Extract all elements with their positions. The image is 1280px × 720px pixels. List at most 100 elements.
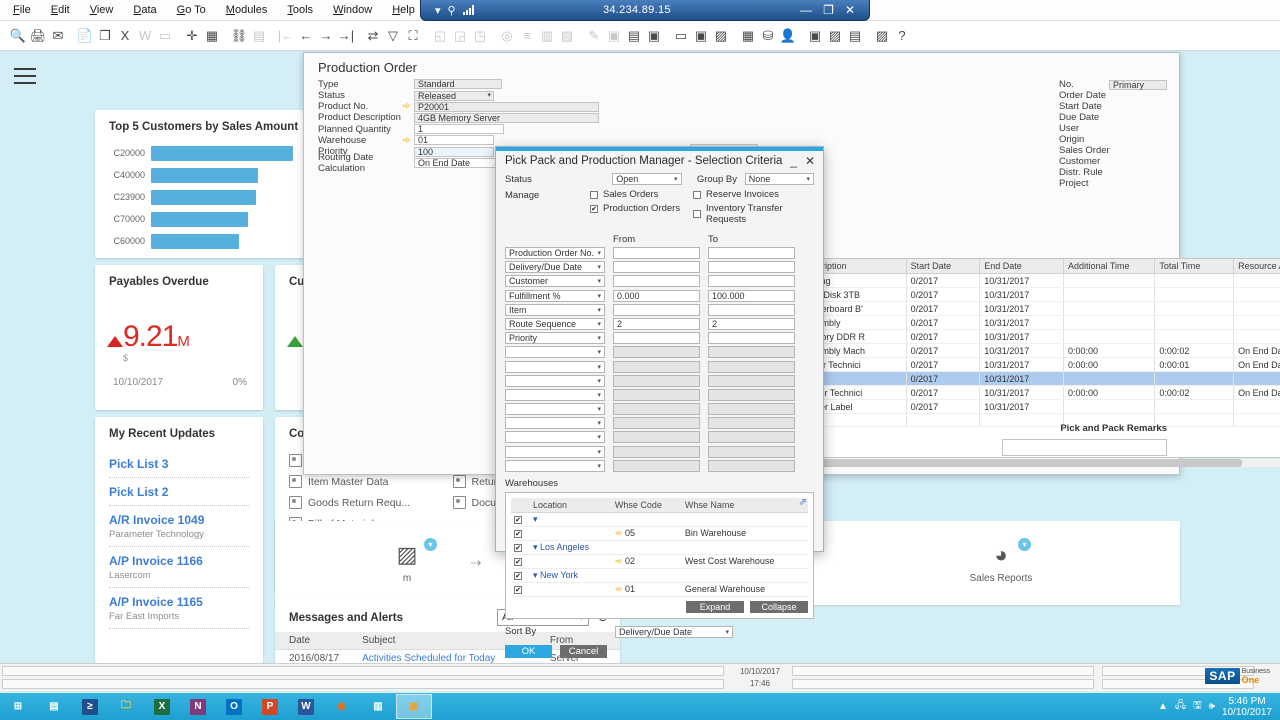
menu-hamburger-icon[interactable] <box>14 68 36 86</box>
next-record-icon[interactable]: → <box>316 26 336 46</box>
link-icon[interactable]: ⛓ <box>229 26 249 46</box>
dialog-ok-button[interactable]: OK <box>505 644 552 658</box>
row-checkbox[interactable]: ✔ <box>514 572 522 581</box>
file-explorer-icon[interactable]: 🗀 <box>108 694 144 719</box>
menu-item-modules[interactable]: Modules <box>223 3 271 17</box>
recent-link[interactable]: Pick List 2 <box>109 485 249 499</box>
powershell-icon[interactable]: ≥ <box>72 694 108 719</box>
chevron-down-icon[interactable]: ▾ <box>435 4 441 17</box>
rdp-close-button[interactable]: ✕ <box>845 3 855 17</box>
move-icon[interactable]: ✛ <box>182 26 202 46</box>
excel-icon[interactable]: X <box>144 694 180 719</box>
flow-node-sales-reports[interactable]: ▾ ◕ Sales Reports <box>953 538 1049 584</box>
print-preview-icon[interactable]: ✉ <box>48 26 68 46</box>
pick-pack-remarks-input[interactable] <box>1002 439 1167 456</box>
menu-item-go-to[interactable]: Go To <box>174 3 209 17</box>
criteria-field-select[interactable] <box>505 346 605 359</box>
help-icon[interactable]: ? <box>892 26 912 46</box>
expand-window-icon[interactable]: ⇗ <box>799 497 807 508</box>
criteria-field-select[interactable] <box>505 445 605 458</box>
menu-item-file[interactable]: File <box>10 3 34 17</box>
refresh-icon[interactable]: ⇄ <box>363 26 383 46</box>
common-function-item[interactable]: Goods Return Requ... <box>289 496 443 509</box>
field-value-routing-date-calculation[interactable]: On End Date <box>414 157 504 168</box>
criteria-to-input[interactable] <box>708 332 795 345</box>
criteria-field-select[interactable]: Fulfillment % <box>505 289 605 302</box>
rdp-minimize-button[interactable]: — <box>800 3 812 17</box>
menu-item-view[interactable]: View <box>87 3 117 17</box>
column-header[interactable]: Total Time <box>1154 259 1235 274</box>
sort-icon[interactable]: ⛶ <box>403 26 423 46</box>
criteria-to-input[interactable]: 100.000 <box>708 289 795 302</box>
criteria-field-select[interactable]: Customer <box>505 275 605 288</box>
print-icon[interactable]: 🖨 <box>28 26 48 46</box>
server-manager-icon[interactable]: ▤ <box>36 694 72 719</box>
info-value[interactable]: Primary <box>1109 79 1167 90</box>
rdp-restore-button[interactable]: ❐ <box>823 3 834 17</box>
user-icon[interactable]: 👤 <box>778 26 798 46</box>
manage-option[interactable]: Sales Orders <box>590 189 693 200</box>
criteria-from-input[interactable] <box>613 303 700 316</box>
recent-link[interactable]: A/P Invoice 1165 <box>109 595 249 609</box>
criteria-field-select[interactable] <box>505 403 605 416</box>
menu-item-edit[interactable]: Edit <box>48 3 73 17</box>
doc-icon[interactable]: ▣ <box>805 26 825 46</box>
onenote-icon[interactable]: N <box>180 694 216 719</box>
criteria-from-input[interactable]: 0.000 <box>613 289 700 302</box>
query-icon[interactable]: ▣ <box>691 26 711 46</box>
criteria-from-input[interactable] <box>613 247 700 259</box>
criteria-field-select[interactable]: Delivery/Due Date <box>505 261 605 274</box>
bar[interactable] <box>151 145 293 161</box>
recent-link[interactable]: A/P Invoice 1166 <box>109 554 249 568</box>
menu-item-window[interactable]: Window <box>330 3 375 17</box>
table-row[interactable]: ✔ ➾ 02 West Cost Warehouse <box>511 554 808 569</box>
expand-button[interactable]: Expand <box>686 600 744 613</box>
print-seq-icon[interactable]: ▨ <box>872 26 892 46</box>
column-header[interactable]: Additional Time <box>1063 259 1156 274</box>
column-header[interactable]: Location <box>530 497 612 513</box>
volume-icon[interactable]: 🕪 <box>1209 701 1215 712</box>
field-value-product-no[interactable]: P20001 <box>414 101 599 112</box>
field-value-warehouse[interactable]: 01 <box>414 135 494 146</box>
criteria-from-input[interactable] <box>613 261 700 274</box>
link-arrow-icon[interactable]: ➾ <box>615 528 623 538</box>
collapse-button[interactable]: Collapse <box>750 600 808 613</box>
checkbox-production-orders[interactable]: ✔ <box>590 204 598 213</box>
table-row[interactable]: ✔ ➾ 01 General Warehouse <box>511 582 808 597</box>
criteria-from-input[interactable] <box>613 275 700 288</box>
firefox-icon[interactable]: ◉ <box>324 694 360 719</box>
copy-to-icon[interactable]: ▨ <box>825 26 845 46</box>
checkbox-sales-orders[interactable] <box>590 190 598 199</box>
field-value-planned-quantity[interactable]: 1 <box>414 124 504 135</box>
criteria-to-input[interactable] <box>708 261 795 274</box>
calculator-icon[interactable]: ▦ <box>738 26 758 46</box>
criteria-field-select[interactable]: Route Sequence <box>505 317 605 330</box>
filter-icon[interactable]: ▽ <box>383 26 403 46</box>
column-header[interactable]: End Date <box>979 259 1065 274</box>
copy-icon[interactable]: ❐ <box>95 26 115 46</box>
criteria-to-input[interactable]: 2 <box>708 317 795 330</box>
menu-item-data[interactable]: Data <box>130 3 159 17</box>
layout-designer-icon[interactable]: ▦ <box>202 26 222 46</box>
link-arrow-icon[interactable]: ➾ <box>402 135 414 146</box>
row-checkbox[interactable]: ✔ <box>514 586 522 595</box>
bar[interactable] <box>151 167 258 183</box>
sap-b1-icon[interactable]: ▦ <box>396 694 432 719</box>
bar[interactable] <box>151 189 257 205</box>
row-checkbox[interactable]: ✔ <box>514 516 522 525</box>
criteria-to-input[interactable] <box>708 275 795 288</box>
criteria-to-input[interactable] <box>708 247 795 259</box>
table-row[interactable]: ✔ ▾ Los Angeles <box>511 540 808 555</box>
row-checkbox[interactable]: ✔ <box>514 558 522 567</box>
show-hidden-icons-icon[interactable]: ▲ <box>1158 701 1168 712</box>
recent-link[interactable]: Pick List 3 <box>109 457 249 471</box>
criteria-field-select[interactable]: Priority <box>505 332 605 345</box>
recent-link[interactable]: A/R Invoice 1049 <box>109 513 249 527</box>
last-record-icon[interactable]: →| <box>336 26 356 46</box>
pin-icon[interactable]: ⚲ <box>448 4 456 17</box>
field-value-status[interactable]: Released <box>414 90 494 101</box>
message-icon[interactable]: ▣ <box>644 26 664 46</box>
criteria-to-input[interactable] <box>708 303 795 316</box>
criteria-field-select[interactable] <box>505 417 605 430</box>
criteria-field-select[interactable]: Production Order No. <box>505 247 605 259</box>
